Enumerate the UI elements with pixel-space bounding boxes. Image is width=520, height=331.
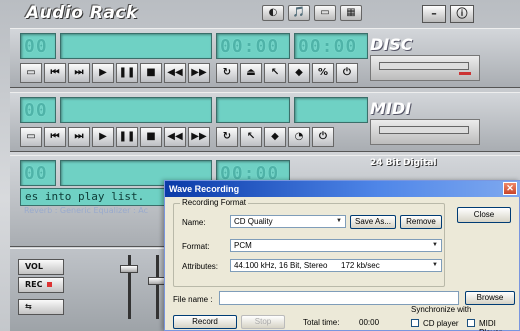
cd-player-label: CD player bbox=[423, 319, 459, 328]
save-as-button[interactable]: Save As... bbox=[350, 215, 396, 229]
fast-forward-icon[interactable]: ▶▶ bbox=[188, 127, 210, 147]
repeat-icon[interactable]: ↻ bbox=[216, 127, 238, 147]
chevron-down-icon: ▼ bbox=[432, 262, 438, 268]
chevron-down-icon: ▼ bbox=[432, 242, 438, 248]
record-button[interactable]: Record bbox=[173, 315, 237, 329]
wave-recording-dialog: Wave Recording ✕ Recording Format Name: … bbox=[164, 180, 520, 331]
name-select[interactable]: CD Quality ▼ bbox=[230, 215, 346, 228]
midi-player-panel: 00 MIDI ▭ ⏮ ⏭ ▶ ❚❚ ■ ◀◀ ▶▶ ↻ ↖ ◆ ◔ ⏻ bbox=[10, 92, 520, 152]
library-icon[interactable]: ◆ bbox=[264, 127, 286, 147]
pause-icon[interactable]: ❚❚ bbox=[116, 63, 138, 83]
recording-format-group: Recording Format Name: CD Quality ▼ Save … bbox=[173, 198, 445, 287]
chevron-down-icon: ▼ bbox=[336, 218, 342, 224]
file-name-label: File name : bbox=[173, 295, 213, 304]
play-icon[interactable]: ▶ bbox=[92, 127, 114, 147]
equalizer-icon[interactable]: ▦ bbox=[340, 5, 362, 21]
cd-transport-buttons: ▭ ⏮ ⏭ ▶ ❚❚ ■ ◀◀ ▶▶ ↻ ⏏ ↖ ◆ % ⏻ bbox=[20, 63, 358, 83]
minimize-button[interactable]: – bbox=[422, 5, 446, 23]
cd-total-display: 00:00 bbox=[294, 33, 368, 59]
cd-track-display: 00 bbox=[20, 33, 56, 59]
attributes-select[interactable]: 44.100 kHz, 16 Bit, Stereo 172 kb/sec ▼ bbox=[230, 259, 442, 272]
window-controls: – ⓘ bbox=[422, 5, 474, 23]
name-label: Name: bbox=[182, 218, 206, 227]
cd-title-display bbox=[60, 33, 212, 59]
info-button[interactable]: ⓘ bbox=[450, 5, 474, 23]
title-bar: Audio Rack ◐ 🎵 ▭ ▦ – ⓘ bbox=[0, 0, 520, 26]
playlist-marquee: es into play list. bbox=[20, 188, 176, 206]
midi-title-display bbox=[60, 97, 212, 123]
midi-player-checkbox[interactable] bbox=[467, 319, 475, 327]
routing-button[interactable]: ⇆ bbox=[18, 299, 64, 315]
stop-icon[interactable]: ■ bbox=[140, 63, 162, 83]
effects-status: Reverb : Generic Equalizer : Ac bbox=[24, 206, 148, 215]
midi-transport-buttons: ▭ ⏮ ⏭ ▶ ❚❚ ■ ◀◀ ▶▶ ↻ ↖ ◆ ◔ ⏻ bbox=[20, 127, 334, 147]
midi-device-graphic bbox=[370, 119, 480, 145]
power-icon[interactable]: ⏻ bbox=[312, 127, 334, 147]
rewind-icon[interactable]: ◀◀ bbox=[164, 63, 186, 83]
music-icon[interactable]: 🎵 bbox=[288, 5, 310, 21]
cd-elapsed-display: 00:00 bbox=[216, 33, 290, 59]
library-icon[interactable]: ◆ bbox=[288, 63, 310, 83]
cd-player-checkbox[interactable] bbox=[411, 319, 419, 327]
close-icon[interactable]: ✕ bbox=[503, 182, 517, 195]
play-icon[interactable]: ▶ bbox=[92, 63, 114, 83]
digital-badge: 24 Bit Digital bbox=[370, 158, 437, 168]
midi-player-label: MIDI Player bbox=[479, 319, 502, 331]
pause-icon[interactable]: ❚❚ bbox=[116, 127, 138, 147]
tempo-icon[interactable]: ◔ bbox=[288, 127, 310, 147]
app-title: Audio Rack bbox=[26, 3, 138, 23]
bitrate-value: 172 kb/sec bbox=[341, 261, 380, 270]
close-button[interactable]: Close bbox=[457, 207, 511, 223]
fast-forward-icon[interactable]: ▶▶ bbox=[188, 63, 210, 83]
sync-label: Synchronize with bbox=[411, 305, 472, 314]
previous-track-icon[interactable]: ⏮ bbox=[44, 127, 66, 147]
midi-elapsed-display bbox=[216, 97, 290, 123]
total-time-label: Total time: bbox=[303, 318, 340, 327]
wave-track-display: 00 bbox=[20, 160, 56, 186]
stop-icon[interactable]: ■ bbox=[140, 127, 162, 147]
midi-track-display: 00 bbox=[20, 97, 56, 123]
clock-icon[interactable]: ◐ bbox=[262, 5, 284, 21]
volume-slider[interactable] bbox=[120, 255, 138, 319]
volume-button[interactable]: VOL bbox=[18, 259, 64, 275]
rewind-icon[interactable]: ◀◀ bbox=[164, 127, 186, 147]
mixer-panel: VOL REC ⇆ bbox=[10, 248, 170, 331]
open-folder-icon[interactable]: ▭ bbox=[20, 63, 42, 83]
disc-logo: DISC bbox=[370, 35, 413, 54]
remove-button[interactable]: Remove bbox=[400, 215, 442, 229]
midi-logo: MIDI bbox=[370, 99, 412, 118]
format-label: Format: bbox=[182, 242, 210, 251]
eject-icon[interactable]: ⏏ bbox=[240, 63, 262, 83]
record-arm-icon[interactable]: ↖ bbox=[240, 127, 262, 147]
stop-button[interactable]: Stop bbox=[241, 315, 285, 329]
total-time-value: 00:00 bbox=[359, 318, 380, 327]
audio-rack-window: Audio Rack ◐ 🎵 ▭ ▦ – ⓘ 00 00:00 00:00 DI… bbox=[0, 0, 520, 331]
next-track-icon[interactable]: ⏭ bbox=[68, 127, 90, 147]
top-toolbar: ◐ 🎵 ▭ ▦ bbox=[262, 5, 362, 21]
recording-format-legend: Recording Format bbox=[180, 198, 249, 207]
record-level-button[interactable]: REC bbox=[18, 277, 64, 293]
record-arm-icon[interactable]: ↖ bbox=[264, 63, 286, 83]
power-icon[interactable]: ⏻ bbox=[336, 63, 358, 83]
dialog-title: Wave Recording bbox=[165, 181, 520, 197]
open-folder-icon[interactable]: ▭ bbox=[20, 127, 42, 147]
file-name-input[interactable] bbox=[219, 291, 459, 305]
device-icon[interactable]: ▭ bbox=[314, 5, 336, 21]
format-select[interactable]: PCM ▼ bbox=[230, 239, 442, 252]
previous-track-icon[interactable]: ⏮ bbox=[44, 63, 66, 83]
cd-drive-graphic bbox=[370, 55, 480, 81]
midi-total-display bbox=[294, 97, 368, 123]
repeat-icon[interactable]: ↻ bbox=[216, 63, 238, 83]
next-track-icon[interactable]: ⏭ bbox=[68, 63, 90, 83]
effects-icon[interactable]: % bbox=[312, 63, 334, 83]
cd-player-panel: 00 00:00 00:00 DISC ▭ ⏮ ⏭ ▶ ❚❚ ■ ◀◀ ▶▶ ↻… bbox=[10, 28, 520, 88]
browse-button[interactable]: Browse bbox=[465, 291, 515, 305]
attributes-label: Attributes: bbox=[182, 262, 219, 271]
